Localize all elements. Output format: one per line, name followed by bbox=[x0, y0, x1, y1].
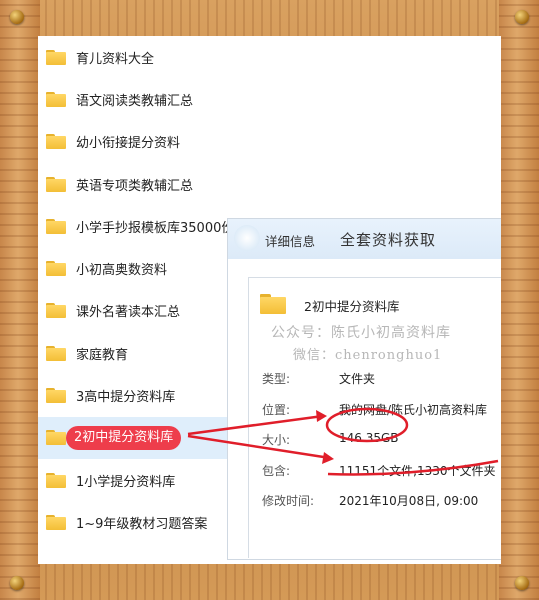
watermark-account: 公众号：陈氏小初高资料库 bbox=[271, 325, 451, 341]
contains-label: 包含: bbox=[262, 464, 291, 478]
folder-icon bbox=[46, 345, 66, 361]
details-header: 详细信息 全套资料获取 bbox=[228, 219, 501, 259]
folder-row[interactable]: 幼小衔接提分资料 bbox=[38, 121, 501, 163]
selected-folder-badge: 2初中提分资料库 bbox=[66, 425, 182, 450]
contains-value: 11151个文件,1330个文件夹 bbox=[339, 464, 496, 478]
type-value: 文件夹 bbox=[339, 372, 376, 386]
folder-icon bbox=[46, 430, 66, 446]
promo-text: 全套资料获取 bbox=[340, 231, 437, 249]
details-decor-icon bbox=[234, 225, 260, 251]
folder-icon bbox=[46, 49, 66, 65]
folder-name: 家庭教育 bbox=[76, 347, 129, 363]
folder-name: 1小学提分资料库 bbox=[76, 474, 176, 490]
size-label: 大小: bbox=[262, 433, 291, 447]
folder-icon bbox=[46, 261, 66, 277]
modified-label: 修改时间: bbox=[262, 494, 315, 508]
folder-name: 1~9年级教材习题答案 bbox=[76, 516, 208, 532]
folder-icon bbox=[46, 91, 66, 107]
details-card: 2初中提分资料库 公众号：陈氏小初高资料库 微信：chenronghuo1 类型… bbox=[248, 277, 501, 558]
watermark-wechat: 微信：chenronghuo1 bbox=[293, 348, 443, 363]
folder-name: 语文阅读类教辅汇总 bbox=[76, 93, 194, 109]
type-label: 类型: bbox=[262, 372, 291, 386]
folder-name: 课外名著读本汇总 bbox=[76, 305, 181, 321]
file-browser: 育儿资料大全语文阅读类教辅汇总 幼小衔接提分资料 英语专项类教辅汇总小学手抄报模板库… bbox=[38, 36, 501, 564]
details-folder-name: 2初中提分资料库 bbox=[304, 299, 400, 314]
frame-left-edge bbox=[0, 0, 40, 600]
folder-icon bbox=[46, 472, 66, 488]
folder-icon bbox=[46, 514, 66, 530]
folder-row[interactable]: 语文阅读类教辅汇总 bbox=[38, 78, 501, 120]
nail-bottom-right-icon bbox=[515, 576, 529, 590]
folder-icon bbox=[260, 294, 286, 314]
frame-right-edge bbox=[499, 0, 539, 600]
folder-icon bbox=[46, 218, 66, 234]
details-title: 详细信息 bbox=[265, 234, 316, 249]
location-value: 我的网盘/陈氏小初高资料库 bbox=[339, 403, 488, 417]
folder-name: 幼小衔接提分资料 bbox=[76, 136, 181, 152]
folder-icon bbox=[46, 176, 66, 192]
folder-icon bbox=[46, 303, 66, 319]
folder-name: 育儿资料大全 bbox=[76, 51, 155, 67]
location-label: 位置: bbox=[262, 403, 291, 417]
folder-name: 小初高奥数资料 bbox=[76, 263, 168, 279]
folder-name: 3高中提分资料库 bbox=[76, 390, 176, 406]
nail-top-left-icon bbox=[10, 10, 24, 24]
nail-top-right-icon bbox=[515, 10, 529, 24]
folder-row[interactable]: 英语专项类教辅汇总 bbox=[38, 163, 501, 205]
folder-icon bbox=[46, 388, 66, 404]
modified-value: 2021年10月08日, 09:00 bbox=[339, 494, 479, 508]
size-value: 146.35GB bbox=[339, 431, 399, 445]
folder-row[interactable]: 育儿资料大全 bbox=[38, 36, 501, 78]
nail-bottom-left-icon bbox=[10, 576, 24, 590]
details-panel: 详细信息 全套资料获取 2初中提分资料库 公众号：陈氏小初高资料库 微信：che… bbox=[227, 218, 501, 560]
folder-name: 小学手抄报模板库35000份 bbox=[76, 220, 235, 236]
folder-name: 英语专项类教辅汇总 bbox=[76, 178, 194, 194]
folder-icon bbox=[46, 134, 66, 150]
